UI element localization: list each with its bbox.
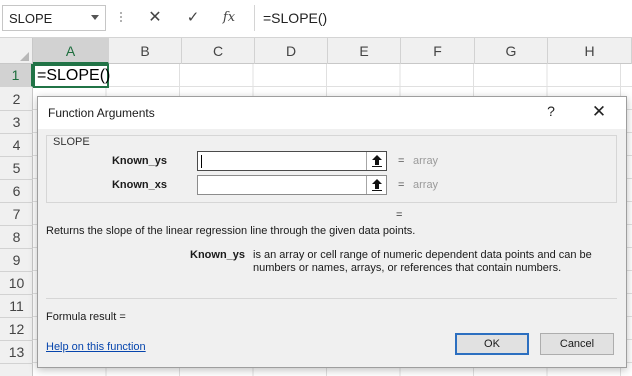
known-ys-input[interactable] [197, 151, 387, 171]
column-header-d[interactable]: D [255, 38, 328, 64]
dialog-title: Function Arguments [48, 106, 155, 120]
known-ys-equals: = [398, 155, 405, 167]
known-ys-label: Known_ys [111, 155, 167, 167]
known-xs-equals: = [398, 179, 405, 191]
known-ys-type-hint: array [413, 155, 439, 167]
function-result-equals: = [396, 209, 403, 221]
row-header-9[interactable]: 9 [0, 249, 33, 272]
close-icon[interactable]: ✕ [588, 101, 610, 123]
name-box[interactable]: SLOPE [2, 5, 106, 31]
cancel-formula-button[interactable]: ✕ [142, 5, 168, 31]
column-header-a[interactable]: A [33, 38, 109, 64]
active-cell-content: =SLOPE() [37, 67, 111, 84]
row-header-2[interactable]: 2 [0, 88, 33, 111]
cancel-button[interactable]: Cancel [540, 333, 614, 355]
name-box-value: SLOPE [9, 11, 53, 26]
row-header-6[interactable]: 6 [0, 180, 33, 203]
formula-input[interactable]: =SLOPE() [254, 5, 632, 31]
collapse-dialog-icon[interactable] [366, 176, 386, 194]
dialog-titlebar[interactable]: Function Arguments ? ✕ [38, 97, 626, 129]
argument-description-name: Known_ys [190, 249, 246, 261]
function-arguments-dialog: Function Arguments ? ✕ SLOPE Known_ys = … [37, 96, 627, 368]
enter-formula-button[interactable]: ✓ [180, 5, 206, 31]
row-header-3[interactable]: 3 [0, 111, 33, 134]
text-caret [201, 155, 202, 168]
column-header-b[interactable]: B [109, 38, 182, 64]
drag-handle-icon[interactable] [118, 10, 124, 28]
column-header-g[interactable]: G [475, 38, 548, 64]
row-header-10[interactable]: 10 [0, 272, 33, 295]
function-description: Returns the slope of the linear regressi… [46, 225, 416, 237]
help-icon[interactable]: ? [542, 103, 560, 123]
known-xs-type-hint: array [413, 179, 439, 191]
row-header-7[interactable]: 7 [0, 203, 33, 226]
help-on-function-link[interactable]: Help on this function [46, 341, 146, 353]
ok-button[interactable]: OK [455, 333, 529, 355]
row-headers: 1 2 3 4 5 6 7 8 9 10 11 12 13 [0, 64, 33, 376]
insert-function-button[interactable]: fx [216, 5, 242, 31]
row-header-11[interactable]: 11 [0, 295, 33, 318]
collapse-dialog-icon[interactable] [366, 152, 386, 170]
column-header-f[interactable]: F [401, 38, 475, 64]
column-header-e[interactable]: E [328, 38, 401, 64]
arguments-group: SLOPE Known_ys = array Known_xs = array [46, 135, 617, 203]
column-headers: A B C D E F G H [0, 38, 632, 64]
row-header-1[interactable]: 1 [0, 64, 33, 87]
known-xs-input[interactable] [197, 175, 387, 195]
function-name-label: SLOPE [53, 136, 90, 148]
active-cell-a1[interactable]: =SLOPE() [33, 64, 111, 88]
argument-description-text: is an array or cell range of numeric dep… [253, 249, 592, 274]
row-header-4[interactable]: 4 [0, 134, 33, 157]
known-xs-label: Known_xs [111, 179, 167, 191]
row-header-12[interactable]: 12 [0, 318, 33, 341]
column-header-h[interactable]: H [548, 38, 632, 64]
chevron-down-icon[interactable] [91, 15, 99, 20]
row-header-13[interactable]: 13 [0, 341, 33, 364]
column-header-c[interactable]: C [182, 38, 255, 64]
row-header-8[interactable]: 8 [0, 226, 33, 249]
formula-bar: SLOPE ✕ ✓ fx =SLOPE() [0, 0, 632, 38]
formula-result-label: Formula result = [46, 311, 126, 323]
row-header-5[interactable]: 5 [0, 157, 33, 180]
divider [46, 298, 617, 299]
select-all-corner[interactable] [0, 38, 33, 64]
